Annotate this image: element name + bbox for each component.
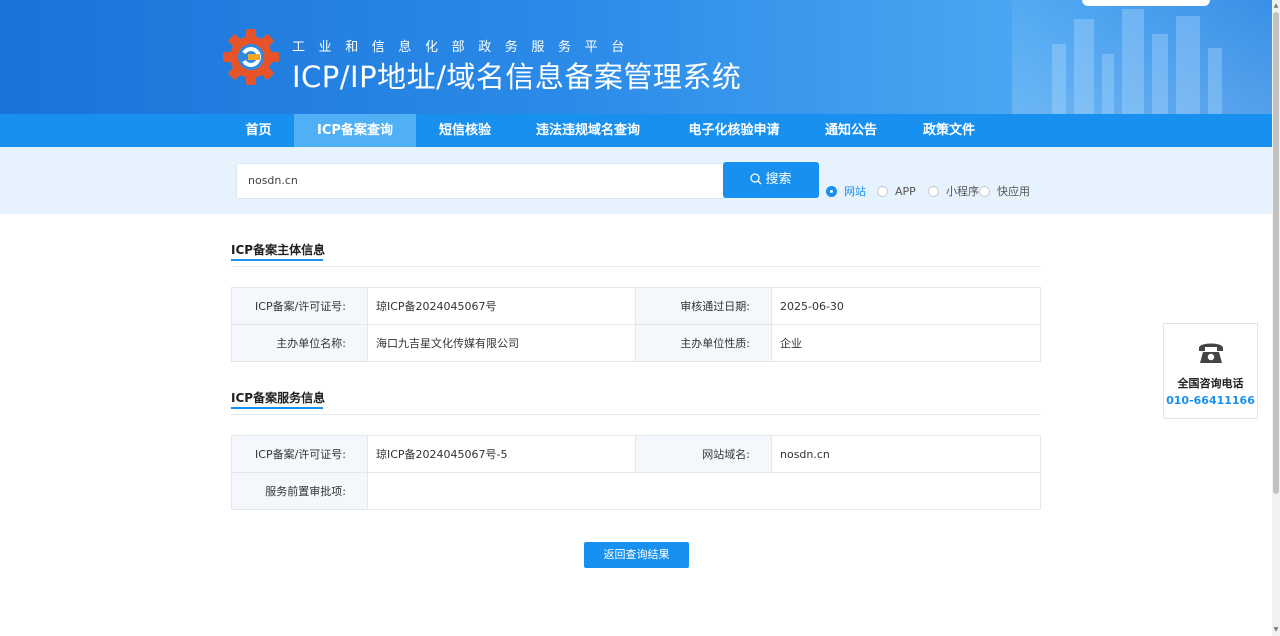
service-info-table: ICP备案/许可证号: 琼ICP备2024045067号-5 网站域名: nos…	[231, 435, 1041, 510]
subject-info-title: ICP备案主体信息	[231, 243, 326, 257]
service-info-title: ICP备案服务信息	[231, 391, 326, 405]
value-organizer-type: 企业	[772, 325, 1041, 362]
scroll-thumb[interactable]	[1273, 12, 1279, 494]
subject-info-table: ICP备案/许可证号: 琼ICP备2024045067号 审核通过日期: 202…	[231, 287, 1041, 362]
back-to-results-button[interactable]: 返回查询结果	[584, 542, 689, 568]
subject-info-underline	[231, 259, 323, 261]
nav-notices[interactable]: 通知公告	[810, 114, 892, 147]
site-header: 工业和信息化部政务服务平台 ICP/IP地址/域名信息备案管理系统	[0, 0, 1272, 114]
city-skyline-decoration	[1012, 0, 1272, 114]
label-organizer-type: 主办单位性质:	[636, 325, 772, 362]
scroll-down-arrow-icon[interactable]: ▼	[1273, 626, 1279, 634]
main-nav: 首页 ICP备案查询 短信核验 违法违规域名查询 电子化核验申请 通知公告 政策…	[0, 114, 1272, 147]
value-approve-date: 2025-06-30	[772, 288, 1041, 325]
label-approve-date: 审核通过日期:	[636, 288, 772, 325]
radio-miniprogram[interactable]: 小程序	[928, 185, 979, 199]
logo-gear-icon	[223, 29, 279, 85]
divider	[231, 414, 1041, 415]
header-subtitle: 工业和信息化部政务服务平台	[292, 40, 638, 55]
nav-home[interactable]: 首页	[228, 114, 289, 147]
label-pre-approval: 服务前置审批项:	[232, 473, 368, 510]
radio-quickapp[interactable]: 快应用	[979, 185, 1030, 199]
label-service-license-no: ICP备案/许可证号:	[232, 436, 368, 473]
service-info-underline	[231, 407, 323, 409]
radio-label: 网站	[844, 185, 866, 198]
value-domain: nosdn.cn	[772, 436, 1041, 473]
radio-label: APP	[895, 185, 916, 198]
radio-dot	[979, 186, 990, 197]
radio-label: 快应用	[997, 185, 1030, 198]
top-corner-box	[1082, 0, 1210, 6]
search-band: nosdn.cn 搜索 网站 APP 小程序 快应用	[0, 147, 1272, 214]
search-input[interactable]: nosdn.cn	[236, 163, 724, 199]
nav-policy-docs[interactable]: 政策文件	[906, 114, 992, 147]
header-title: ICP/IP地址/域名信息备案管理系统	[292, 60, 742, 94]
nav-icp-query[interactable]: ICP备案查询	[294, 114, 416, 147]
contact-card[interactable]: 全国咨询电话 010-66411166	[1163, 323, 1258, 419]
label-license-no: ICP备案/许可证号:	[232, 288, 368, 325]
nav-sms-verify[interactable]: 短信核验	[420, 114, 510, 147]
radio-website[interactable]: 网站	[826, 185, 866, 199]
phone-icon	[1199, 343, 1223, 363]
nav-illegal-domain-query[interactable]: 违法违规域名查询	[520, 114, 656, 147]
radio-app[interactable]: APP	[877, 185, 916, 199]
radio-dot	[928, 186, 939, 197]
value-service-license-no: 琼ICP备2024045067号-5	[368, 436, 636, 473]
radio-label: 小程序	[946, 185, 979, 198]
nav-electronic-verify[interactable]: 电子化核验申请	[672, 114, 796, 147]
divider	[231, 266, 1041, 267]
radio-dot	[826, 186, 837, 197]
search-button[interactable]: 搜索	[723, 162, 819, 198]
value-organizer-name: 海口九吉星文化传媒有限公司	[368, 325, 636, 362]
search-button-label: 搜索	[765, 172, 792, 187]
scroll-up-arrow-icon[interactable]: ▲	[1273, 2, 1279, 10]
contact-label: 全国咨询电话	[1177, 377, 1244, 390]
radio-dot	[877, 186, 888, 197]
value-pre-approval	[368, 473, 1041, 510]
label-organizer-name: 主办单位名称:	[232, 325, 368, 362]
value-license-no: 琼ICP备2024045067号	[368, 288, 636, 325]
contact-number: 010-66411166	[1166, 394, 1255, 407]
search-icon	[750, 173, 762, 185]
label-domain: 网站域名:	[636, 436, 772, 473]
